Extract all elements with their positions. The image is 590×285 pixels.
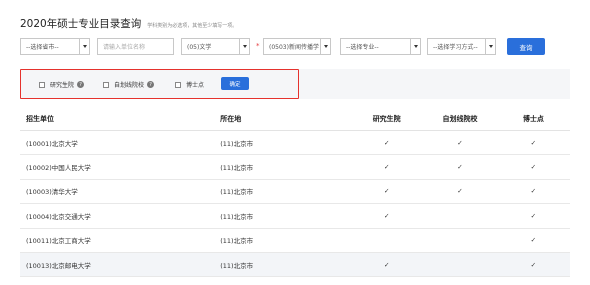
category-select-value: (05)文学 (187, 44, 212, 51)
header-location: 所在地 (220, 108, 351, 131)
table-row[interactable]: (10013)北京邮电大学 (11)北京市 ✓ ✓ (20, 252, 570, 278)
unit-name[interactable]: (10004)北京交通大学 (20, 203, 221, 229)
location: (11)北京市 (220, 228, 351, 253)
location: (11)北京市 (220, 179, 351, 205)
table-header-row: 招生单位 所在地 研究生院 自划线院校 博士点 (20, 108, 570, 131)
self-drawn-check: ✓ (423, 154, 497, 180)
help-icon[interactable]: ? (77, 81, 85, 88)
category-select[interactable]: (05)文学 (181, 38, 250, 55)
chevron-down-icon (320, 39, 330, 54)
table-row[interactable]: (10011)北京工商大学 (11)北京市 ✓ (20, 228, 570, 253)
graduate-school-check (350, 228, 424, 253)
chevron-down-icon (485, 39, 495, 54)
page-hint: 学科类别为必选项，其他至少填写一项。 (147, 23, 238, 29)
doctoral-check: ✓ (496, 228, 570, 253)
chevron-down-icon (79, 39, 89, 54)
graduate-school-check: ✓ (350, 252, 424, 278)
graduate-school-check: ✓ (350, 130, 424, 156)
self-drawn-checkbox[interactable]: 自划线院校 ? (103, 80, 155, 89)
self-drawn-check (423, 228, 497, 253)
doctoral-check: ✓ (496, 203, 570, 229)
discipline-select-value: (0503)新闻传播学 (269, 44, 319, 51)
header-unit: 招生单位 (20, 108, 221, 131)
unit-name-input[interactable]: 请输入单位名称 (97, 38, 174, 55)
table-row[interactable]: (10004)北京交通大学 (11)北京市 ✓ ✓ (20, 203, 570, 229)
doctoral-check: ✓ (496, 130, 570, 156)
unit-name[interactable]: (10002)中国人民大学 (20, 154, 221, 180)
location: (11)北京市 (220, 154, 351, 180)
header-doctoral: 博士点 (496, 108, 570, 131)
self-drawn-check (423, 203, 497, 229)
chevron-down-icon (239, 39, 249, 54)
major-select-value: --选择专业-- (346, 44, 379, 51)
self-drawn-check: ✓ (423, 130, 497, 156)
table-row[interactable]: (10002)中国人民大学 (11)北京市 ✓ ✓ ✓ (20, 154, 570, 180)
table-row[interactable]: (10003)清华大学 (11)北京市 ✓ ✓ ✓ (20, 179, 570, 205)
page-title: 2020年硕士专业目录查询 (20, 18, 142, 30)
graduate-school-label: 研究生院 (50, 82, 75, 89)
graduate-school-check: ✓ (350, 203, 424, 229)
doctoral-checkbox[interactable]: 博士点 (175, 80, 204, 89)
chevron-down-icon (410, 39, 420, 54)
discipline-select[interactable]: (0503)新闻传播学 (263, 38, 331, 55)
results-table: 招生单位 所在地 研究生院 自划线院校 博士点 (10001)北京大学 (11)… (20, 108, 570, 278)
unit-name[interactable]: (10001)北京大学 (20, 130, 221, 156)
province-select[interactable]: --选择省市-- (20, 38, 90, 55)
checkbox-icon[interactable] (175, 81, 181, 88)
location: (11)北京市 (220, 203, 351, 229)
self-drawn-check (423, 252, 497, 278)
header-graduate-school: 研究生院 (350, 108, 424, 131)
unit-name-link[interactable]: (10013)北京邮电大学 (20, 252, 221, 278)
province-select-value: --选择省市-- (26, 44, 59, 51)
checkbox-icon[interactable] (39, 81, 45, 88)
location: (11)北京市 (220, 252, 351, 278)
confirm-button[interactable]: 确定 (221, 77, 249, 90)
unit-name[interactable]: (10003)清华大学 (20, 179, 221, 205)
doctoral-label: 博士点 (186, 82, 205, 89)
table-row[interactable]: (10001)北京大学 (11)北京市 ✓ ✓ ✓ (20, 130, 570, 156)
checkbox-icon[interactable] (103, 81, 109, 88)
help-icon[interactable]: ? (147, 81, 155, 88)
study-mode-select-value: --选择学习方式-- (433, 44, 478, 51)
unit-name[interactable]: (10011)北京工商大学 (20, 228, 221, 253)
unit-name-placeholder: 请输入单位名称 (103, 44, 146, 51)
graduate-school-check: ✓ (350, 154, 424, 180)
doctoral-check: ✓ (496, 154, 570, 180)
location: (11)北京市 (220, 130, 351, 156)
required-asterisk: * (256, 42, 260, 50)
header-self-drawn: 自划线院校 (423, 108, 497, 131)
self-drawn-label: 自划线院校 (114, 82, 145, 89)
doctoral-check: ✓ (496, 179, 570, 205)
study-mode-select[interactable]: --选择学习方式-- (427, 38, 496, 55)
page-header: 2020年硕士专业目录查询 学科类别为必选项，其他至少填写一项。 (20, 16, 237, 31)
doctoral-check: ✓ (496, 252, 570, 278)
self-drawn-check: ✓ (423, 179, 497, 205)
graduate-school-check: ✓ (350, 179, 424, 205)
major-select[interactable]: --选择专业-- (340, 38, 421, 55)
graduate-school-checkbox[interactable]: 研究生院 ? (39, 80, 85, 89)
search-button[interactable]: 查询 (507, 38, 545, 55)
